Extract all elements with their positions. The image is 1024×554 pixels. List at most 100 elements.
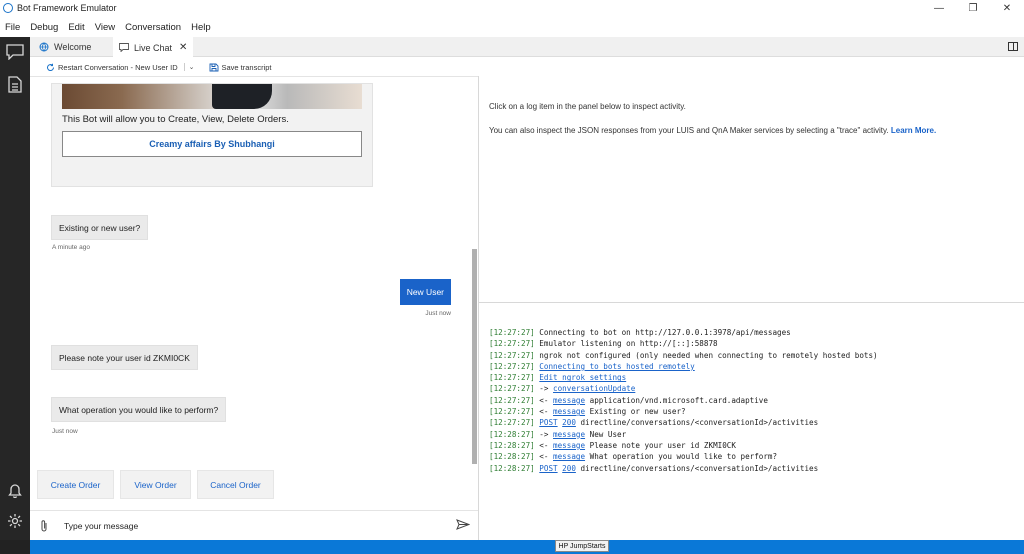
document-tab-bar: Welcome Live Chat ✕ bbox=[30, 37, 1024, 58]
window-controls: — ❐ ✕ bbox=[922, 0, 1024, 16]
inspector-trace-text: You can also inspect the JSON responses … bbox=[489, 126, 889, 135]
save-transcript-button[interactable]: Save transcript bbox=[209, 63, 272, 72]
log-timestamp: [12:28:27] bbox=[489, 463, 535, 473]
log-entry[interactable]: [12:28:27] <- message What operation you… bbox=[489, 451, 1019, 462]
refresh-icon bbox=[47, 63, 55, 71]
transcript-file-icon[interactable] bbox=[0, 71, 30, 97]
log-link[interactable]: conversationUpdate bbox=[553, 384, 635, 393]
log-link[interactable]: message bbox=[553, 396, 585, 405]
log-link[interactable]: message bbox=[553, 430, 585, 439]
chat-transcript[interactable]: This Bot will allow you to Create, View,… bbox=[30, 76, 478, 540]
tab-live-chat-label: Live Chat bbox=[134, 42, 173, 53]
gear-icon[interactable] bbox=[0, 508, 30, 534]
log-text: directline/conversations/<conversationId… bbox=[580, 418, 819, 428]
log-text: Please note your user id ZKMI0CK bbox=[589, 440, 736, 450]
hero-card-button[interactable]: Creamy affairs By Shubhangi bbox=[62, 131, 362, 157]
send-icon[interactable] bbox=[456, 519, 470, 530]
log-link[interactable]: 200 bbox=[562, 418, 576, 427]
log-timestamp: [12:28:27] bbox=[489, 452, 535, 462]
log-divider[interactable] bbox=[479, 302, 1024, 303]
chat-scrollbar-thumb[interactable] bbox=[472, 249, 477, 464]
bot-message: What operation you would like to perform… bbox=[51, 397, 227, 422]
minimize-button[interactable]: — bbox=[922, 0, 956, 16]
log-link[interactable]: message bbox=[553, 452, 585, 461]
restart-options-chevron-down-icon[interactable]: ⌄ bbox=[183, 63, 195, 71]
log-entry[interactable]: [12:27:27] -> conversationUpdate bbox=[489, 383, 1019, 394]
log-link[interactable]: message bbox=[553, 441, 585, 450]
log-entry[interactable]: [12:27:27] POST 200 directline/conversat… bbox=[489, 417, 1019, 428]
tab-live-chat[interactable]: Live Chat ✕ bbox=[113, 37, 194, 58]
split-view-icon[interactable] bbox=[1008, 42, 1018, 51]
inspector-pane: Click on a log item in the panel below t… bbox=[479, 76, 1024, 302]
log-text: directline/conversations/<conversationId… bbox=[580, 463, 819, 473]
log-entry[interactable]: [12:27:27] Connecting to bot on http://1… bbox=[489, 327, 1019, 338]
restart-conversation-button[interactable]: Restart Conversation - New User ID bbox=[46, 63, 178, 72]
log-entry[interactable]: [12:27:27] Emulator listening on http://… bbox=[489, 338, 1019, 349]
log-entry[interactable]: [12:27:27] <- message Existing or new us… bbox=[489, 406, 1019, 417]
emulator-window: Bot Framework Emulator — ❐ ✕ File Debug … bbox=[0, 0, 1024, 554]
message-timestamp: Just now bbox=[52, 428, 78, 435]
menu-edit[interactable]: Edit bbox=[63, 22, 89, 33]
restore-button[interactable]: ❐ bbox=[956, 0, 990, 16]
log-entry[interactable]: [12:28:27] -> message New User bbox=[489, 429, 1019, 440]
close-button[interactable]: ✕ bbox=[990, 0, 1024, 16]
close-tab-icon[interactable]: ✕ bbox=[179, 42, 187, 53]
tab-welcome-label: Welcome bbox=[54, 42, 92, 52]
chat-toolbar: Restart Conversation - New User ID ⌄ Sav… bbox=[30, 58, 478, 76]
chat-icon bbox=[119, 43, 129, 52]
paperclip-icon[interactable] bbox=[39, 519, 49, 533]
log-entry[interactable]: [12:27:27] <- message application/vnd.mi… bbox=[489, 395, 1019, 406]
bell-icon[interactable] bbox=[0, 477, 30, 503]
log-text: -> bbox=[539, 384, 549, 394]
log-text: Connecting to bot on http://127.0.0.1:39… bbox=[539, 328, 791, 337]
log-link[interactable]: POST bbox=[539, 464, 557, 473]
title-bar: Bot Framework Emulator — ❐ ✕ bbox=[0, 0, 1024, 16]
log-text: <- bbox=[539, 440, 549, 450]
log-text: ngrok not configured (only needed when c… bbox=[539, 350, 878, 360]
log-entry[interactable]: [12:27:27] ngrok not configured (only ne… bbox=[489, 350, 1019, 361]
log-timestamp: [12:27:27] bbox=[489, 418, 535, 428]
view-order-button[interactable]: View Order bbox=[120, 470, 191, 499]
log-entry[interactable]: [12:27:27] Connecting to bots hosted rem… bbox=[489, 361, 1019, 372]
log-timestamp: [12:27:27] bbox=[489, 328, 535, 337]
log-link[interactable]: message bbox=[553, 407, 585, 416]
log-timestamp: [12:27:27] bbox=[489, 373, 535, 383]
message-timestamp: Just now bbox=[425, 310, 451, 317]
tab-welcome[interactable]: Welcome bbox=[33, 37, 97, 57]
log-timestamp: [12:27:27] bbox=[489, 395, 535, 405]
log-entry[interactable]: [12:28:27] POST 200 directline/conversat… bbox=[489, 463, 1019, 474]
cancel-order-button[interactable]: Cancel Order bbox=[197, 470, 274, 499]
log-link[interactable]: Edit ngrok settings bbox=[539, 373, 626, 382]
log-link[interactable]: POST bbox=[539, 418, 557, 427]
hero-card-text: This Bot will allow you to Create, View,… bbox=[62, 114, 289, 125]
app-logo-icon bbox=[3, 3, 13, 13]
menu-debug[interactable]: Debug bbox=[25, 22, 63, 33]
log-entry[interactable]: [12:28:27] <- message Please note your u… bbox=[489, 440, 1019, 451]
log-entry[interactable]: [12:27:27] Edit ngrok settings bbox=[489, 372, 1019, 383]
log-panel: [12:27:27] Connecting to bot on http://1… bbox=[489, 327, 1019, 474]
menu-conversation[interactable]: Conversation bbox=[120, 22, 186, 33]
learn-more-link[interactable]: Learn More. bbox=[891, 126, 936, 135]
menu-view[interactable]: View bbox=[90, 22, 120, 33]
log-text: -> bbox=[539, 429, 549, 439]
log-timestamp: [12:28:27] bbox=[489, 440, 535, 450]
taskbar: HP JumpStarts bbox=[0, 540, 1024, 554]
user-message: New User bbox=[399, 279, 451, 305]
create-order-button[interactable]: Create Order bbox=[37, 470, 114, 499]
globe-icon bbox=[39, 42, 49, 52]
log-link[interactable]: Connecting to bots hosted remotely bbox=[539, 362, 694, 371]
log-timestamp: [12:27:27] bbox=[489, 384, 535, 394]
inspector-hint: Click on a log item in the panel below t… bbox=[489, 102, 686, 111]
message-input[interactable] bbox=[64, 519, 434, 533]
menu-file[interactable]: File bbox=[0, 22, 25, 33]
log-text: Existing or new user? bbox=[589, 407, 686, 417]
log-text: Emulator listening on http://[::]:58878 bbox=[539, 339, 718, 349]
taskbar-tooltip: HP JumpStarts bbox=[555, 540, 609, 552]
bot-message: Please note your user id ZKMI0CK bbox=[51, 345, 198, 370]
log-link[interactable]: 200 bbox=[562, 464, 576, 473]
menu-help[interactable]: Help bbox=[186, 22, 216, 33]
log-timestamp: [12:27:27] bbox=[489, 339, 535, 349]
log-text: <- bbox=[539, 395, 549, 405]
chat-nav-icon[interactable] bbox=[0, 39, 30, 65]
log-timestamp: [12:28:27] bbox=[489, 429, 535, 439]
